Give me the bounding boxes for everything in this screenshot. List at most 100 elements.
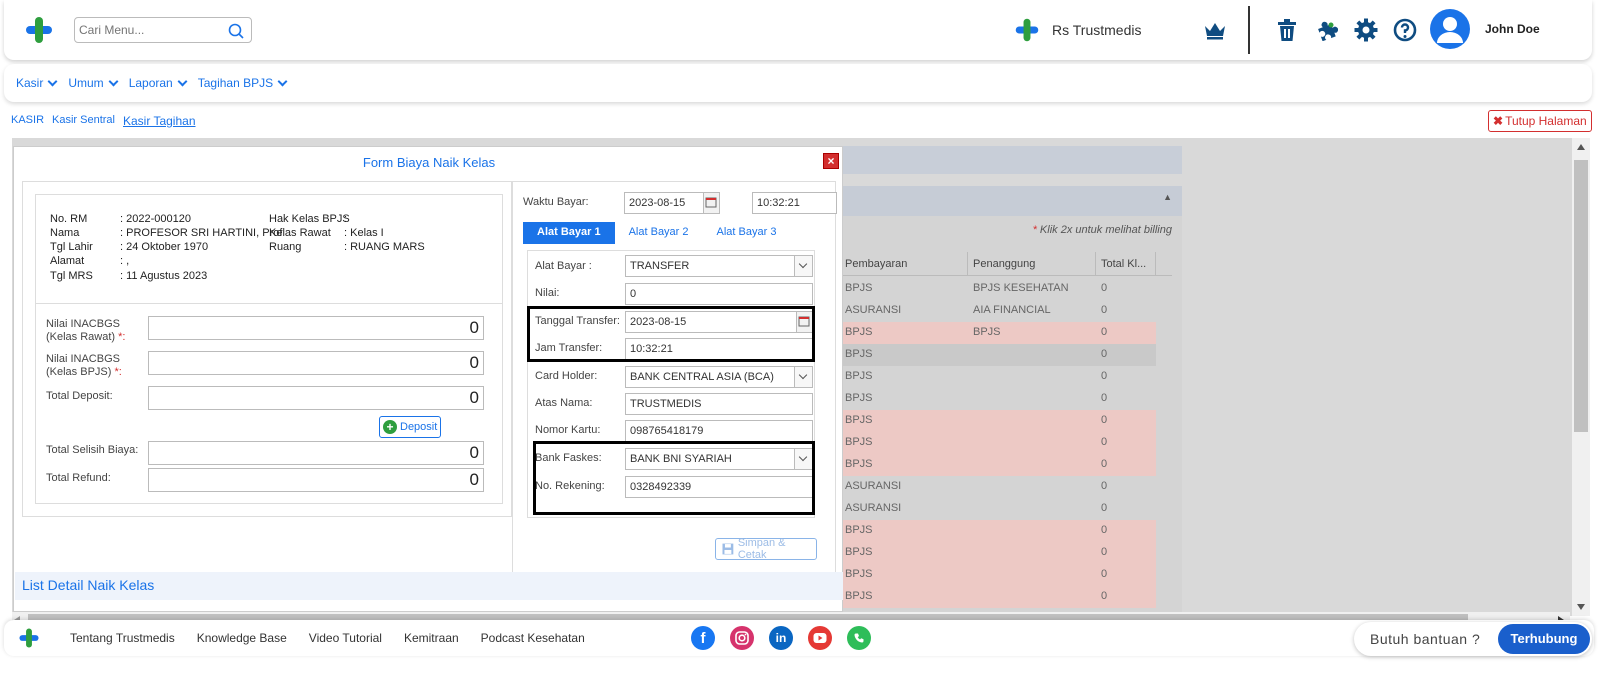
menu-laporan[interactable]: Laporan — [129, 76, 188, 90]
label-alat-bayar: Alat Bayar : — [535, 260, 592, 272]
inacbgs-kelas-rawat-input[interactable]: 0 — [148, 316, 484, 340]
table-cell: BPJS — [845, 590, 873, 602]
tab-alat-bayar-3[interactable]: Alat Bayar 3 — [703, 222, 791, 244]
column-header[interactable]: Total Kl... — [1096, 252, 1156, 275]
modal-close-button[interactable]: × — [823, 153, 839, 169]
form-biaya-naik-kelas-modal: Form Biaya Naik Kelas × No. RM : 2022-00… — [13, 146, 843, 612]
menu-tagihan-bpjs[interactable]: Tagihan BPJS — [198, 76, 288, 90]
table-cell — [968, 366, 1096, 388]
trustmedis-logo-icon[interactable] — [18, 627, 40, 649]
table-cell — [968, 476, 1096, 498]
table-cell: 0 — [1101, 436, 1108, 448]
deposit-button[interactable]: + Deposit — [379, 416, 441, 438]
user-avatar[interactable] — [1430, 9, 1470, 49]
alat-bayar-select[interactable]: TRANSFER — [625, 255, 813, 277]
simpan-cetak-button[interactable]: Simpan & Cetak — [715, 537, 817, 561]
card-holder-select[interactable]: BANK CENTRAL ASIA (BCA) — [625, 366, 813, 388]
footer-link-kemitraan[interactable]: Kemitraan — [404, 631, 459, 645]
footer-link-podcast[interactable]: Podcast Kesehatan — [481, 631, 585, 645]
table-row[interactable]: BPJS 0 — [840, 344, 1156, 366]
table-cell: BPJS — [845, 524, 873, 536]
table-cell: ASURANSI — [845, 502, 902, 514]
footer-link-video-tutorial[interactable]: Video Tutorial — [309, 631, 382, 645]
table-row[interactable]: BPJS 0 — [840, 410, 1156, 432]
table-row[interactable]: BPJS 0 — [840, 564, 1156, 586]
gear-icon[interactable] — [1353, 17, 1379, 43]
scroll-up-icon[interactable] — [1577, 144, 1585, 150]
table-row[interactable]: BPJS 0 — [840, 388, 1156, 410]
nilai-input[interactable]: 0 — [625, 283, 813, 305]
footer-link-tentang[interactable]: Tentang Trustmedis — [70, 631, 175, 645]
table-row[interactable]: BPJS 0 — [840, 366, 1156, 388]
table-row[interactable]: ASURANSI 0 — [840, 498, 1156, 520]
label-alamat: Alamat — [50, 255, 85, 267]
search-box[interactable] — [74, 17, 252, 43]
table-row[interactable]: BPJS 0 — [840, 520, 1156, 542]
table-cell: ASURANSI — [845, 304, 902, 316]
patient-info: No. RM : 2022-000120 Nama : PROFESOR SRI… — [35, 194, 503, 304]
table-row[interactable]: ASURANSI AIA FINANCIAL 0 — [840, 300, 1156, 322]
waktu-bayar-time-input[interactable]: 10:32:21 — [752, 192, 837, 214]
scrollbar-thumb[interactable] — [1574, 160, 1588, 432]
vertical-scrollbar[interactable] — [1572, 138, 1590, 616]
table-row[interactable]: BPJS 0 — [840, 586, 1156, 608]
table-row[interactable]: BPJS BPJS 0 — [840, 322, 1156, 344]
table-row[interactable]: BPJS BPJS KESEHATAN 0 — [840, 278, 1156, 300]
table-cell: BPJS — [845, 370, 873, 382]
tab-alat-bayar-1[interactable]: Alat Bayar 1 — [523, 222, 615, 244]
chevron-down-icon — [177, 76, 188, 86]
crown-icon[interactable] — [1202, 17, 1228, 43]
calendar-icon[interactable] — [703, 193, 719, 213]
table-row[interactable]: BPJS 0 — [840, 454, 1156, 476]
trustmedis-logo-icon[interactable] — [24, 15, 54, 45]
footer-links: Tentang Trustmedis Knowledge Base Video … — [70, 631, 585, 645]
label-hak-kelas-bpjs: Hak Kelas BPJS — [269, 213, 350, 225]
footer-link-knowledge-base[interactable]: Knowledge Base — [197, 631, 287, 645]
list-detail-naik-kelas[interactable]: List Detail Naik Kelas — [15, 572, 843, 600]
header-divider — [1248, 6, 1250, 54]
search-input[interactable] — [79, 21, 224, 39]
instagram-icon[interactable] — [730, 626, 754, 650]
facebook-icon[interactable]: f — [691, 626, 715, 650]
label-total-refund: Total Refund: — [46, 472, 111, 484]
terhubung-button[interactable]: Terhubung — [1498, 624, 1590, 654]
breadcrumb-kasir-tagihan[interactable]: Kasir Tagihan — [123, 114, 196, 128]
linkedin-icon[interactable]: in — [769, 626, 793, 650]
user-name[interactable]: John Doe — [1485, 22, 1540, 36]
table-cell — [968, 586, 1096, 608]
chevron-down-icon[interactable] — [794, 256, 812, 276]
breadcrumb: KASIR Kasir Sentral Kasir Tagihan — [11, 114, 196, 128]
table-row[interactable]: BPJS 0 — [840, 542, 1156, 564]
nomor-kartu-input[interactable]: 098765418179 — [625, 420, 813, 442]
waktu-bayar-date-input[interactable]: 2023-08-15 — [624, 192, 720, 214]
search-icon[interactable] — [227, 22, 245, 40]
total-refund-input[interactable]: 0 — [148, 468, 484, 492]
value-ruang: : RUANG MARS — [344, 241, 425, 253]
column-header[interactable]: Pembayaran — [840, 252, 968, 275]
youtube-icon[interactable] — [808, 626, 832, 650]
help-circle-icon[interactable] — [1392, 17, 1418, 43]
breadcrumb-kasir-sentral[interactable]: Kasir Sentral — [52, 114, 115, 128]
billing-table-header: Pembayaran Penanggung Total Kl... — [840, 252, 1172, 276]
whatsapp-icon[interactable] — [847, 626, 871, 650]
scroll-down-icon[interactable] — [1577, 604, 1585, 610]
menu-kasir[interactable]: Kasir — [16, 76, 58, 90]
total-deposit-input[interactable]: 0 — [148, 386, 484, 410]
menu-umum[interactable]: Umum — [68, 76, 119, 90]
chevron-down-icon[interactable] — [794, 367, 812, 387]
inacbgs-kelas-bpjs-input[interactable]: 0 — [148, 351, 484, 375]
table-cell: AIA FINANCIAL — [973, 304, 1051, 316]
trash-icon[interactable] — [1274, 17, 1300, 43]
tab-alat-bayar-2[interactable]: Alat Bayar 2 — [615, 222, 703, 244]
label-nomor-kartu: Nomor Kartu: — [535, 424, 601, 436]
collapse-arrow-icon[interactable]: ▲ — [1163, 192, 1172, 202]
total-selisih-input[interactable]: 0 — [148, 441, 484, 465]
table-row[interactable]: ASURANSI 0 — [840, 476, 1156, 498]
table-cell: BPJS KESEHATAN — [973, 282, 1069, 294]
close-page-button[interactable]: ✖ Tutup Halaman — [1488, 110, 1592, 132]
column-header[interactable]: Penanggung — [968, 252, 1096, 275]
puzzle-icon[interactable] — [1314, 17, 1340, 43]
table-row[interactable]: BPJS 0 — [840, 432, 1156, 454]
breadcrumb-kasir[interactable]: KASIR — [11, 114, 44, 128]
atas-nama-input[interactable]: TRUSTMEDIS — [625, 393, 813, 415]
